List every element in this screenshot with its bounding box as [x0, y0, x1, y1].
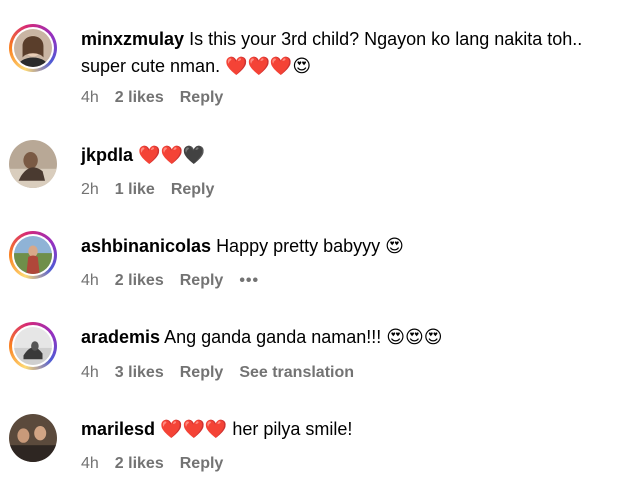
reply-button[interactable]: Reply [180, 454, 224, 474]
comment-body: Happy pretty babyyy [216, 236, 381, 256]
comment-emoji: 😍 [385, 236, 404, 257]
comment-emoji: 😍😍😍 [386, 327, 443, 348]
avatar[interactable] [9, 414, 57, 462]
comment-username[interactable]: minxzmulay [81, 29, 184, 49]
avatar-image [9, 414, 57, 462]
comment-text: arademis Ang ganda ganda naman!!! 😍😍😍 [81, 324, 601, 351]
comment-text: minxzmulay Is this your 3rd child? Ngayo… [81, 26, 601, 80]
reply-button[interactable]: Reply [180, 88, 224, 108]
comment-username[interactable]: marilesd [81, 419, 155, 439]
avatar[interactable] [9, 231, 57, 279]
comment-text: ashbinanicolas Happy pretty babyyy 😍 [81, 233, 601, 260]
avatar-image [14, 236, 52, 274]
comment-time[interactable]: 4h [81, 271, 99, 291]
avatar[interactable] [9, 140, 57, 188]
reply-button[interactable]: Reply [171, 180, 215, 200]
comment-likes[interactable]: 1 like [115, 180, 155, 200]
comment-time[interactable]: 4h [81, 88, 99, 108]
comment-username[interactable]: ashbinanicolas [81, 236, 211, 256]
comment-meta: 2h 1 like Reply [81, 180, 230, 200]
comment-time[interactable]: 2h [81, 180, 99, 200]
comment-time[interactable]: 4h [81, 454, 99, 474]
comment-likes[interactable]: 2 likes [115, 454, 164, 474]
comment-username[interactable]: arademis [81, 327, 160, 347]
comment-username[interactable]: jkpdla [81, 145, 133, 165]
avatar-image [14, 327, 52, 365]
avatar-image [14, 29, 52, 67]
comment-meta: 4h 3 likes Reply See translation [81, 363, 370, 383]
comment-meta: 4h 2 likes Reply ••• [81, 271, 275, 291]
comment-meta: 4h 2 likes Reply [81, 454, 239, 474]
more-options-icon[interactable]: ••• [239, 271, 259, 291]
comment-body: Ang ganda ganda naman!!! [164, 327, 382, 347]
comment-likes[interactable]: 3 likes [115, 363, 164, 383]
comment-emoji: ❤️❤️❤️😍 [225, 56, 312, 77]
avatar[interactable] [9, 24, 57, 72]
avatar[interactable] [9, 322, 57, 370]
comment-text: jkpdla ❤️❤️🖤 [81, 142, 601, 169]
comment-time[interactable]: 4h [81, 363, 99, 383]
reply-button[interactable]: Reply [180, 271, 224, 291]
comment-emoji: ❤️❤️🖤 [138, 145, 206, 166]
comment-likes[interactable]: 2 likes [115, 271, 164, 291]
reply-button[interactable]: Reply [180, 363, 224, 383]
comment-text: marilesd ❤️❤️❤️ her pilya smile! [81, 416, 601, 443]
avatar-image [9, 140, 57, 188]
comment-body: her pilya smile! [232, 419, 353, 439]
comment-emoji: ❤️❤️❤️ [160, 419, 228, 440]
see-translation-link[interactable]: See translation [239, 363, 354, 383]
comment-meta: 4h 2 likes Reply [81, 88, 239, 108]
comment-likes[interactable]: 2 likes [115, 88, 164, 108]
